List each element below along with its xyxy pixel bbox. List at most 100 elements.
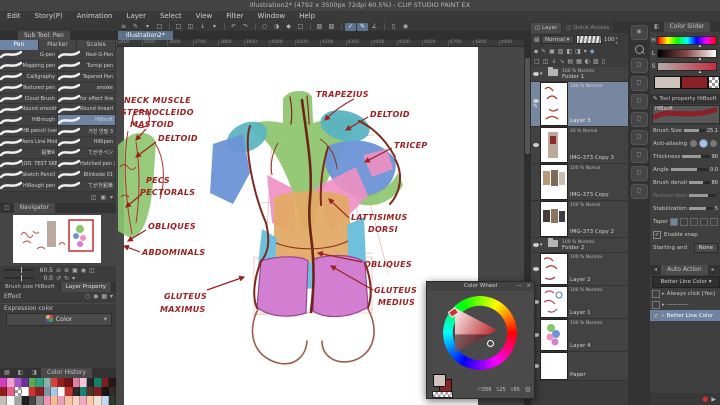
deselect-icon[interactable]: ○ — [259, 23, 270, 31]
next-palette-icon[interactable]: ▸ — [708, 265, 719, 275]
color-swatch[interactable] — [50, 378, 58, 387]
color-swatch[interactable] — [94, 387, 102, 396]
material-category-icon[interactable]: ◻ — [630, 76, 648, 91]
expression-color-select[interactable]: Color ▾ — [6, 313, 112, 326]
brush-item[interactable]: Round smooth 2 — [0, 104, 58, 116]
color-swatch[interactable] — [14, 378, 22, 387]
layer-thumbnail[interactable] — [540, 253, 568, 285]
material-category-icon[interactable]: ◻ — [630, 94, 648, 109]
layer-thumbnail[interactable] — [540, 127, 568, 163]
rotate-angle-icon[interactable]: ∠ — [369, 23, 380, 31]
layer-row[interactable]: 100 % Nomal IMG-373 Copy 2 — [531, 201, 628, 238]
color-swatch[interactable] — [94, 396, 102, 405]
tone-effect-icon[interactable]: ◉ — [93, 293, 98, 300]
save-file-icon[interactable]: ↓ — [197, 23, 208, 31]
auto-action-set-select[interactable]: Better Line Color ▾ — [652, 276, 720, 288]
color-swatch[interactable] — [94, 378, 102, 387]
rotate-left-icon[interactable]: ↺ — [56, 275, 61, 282]
wheel-settings-icon[interactable]: ⚙ — [525, 386, 531, 394]
color-swatch[interactable] — [50, 396, 58, 405]
delete-layer-icon[interactable]: ▯ — [602, 58, 605, 65]
material-category-icon[interactable]: ◻ — [630, 166, 648, 181]
menu-animation[interactable]: Animation — [70, 11, 120, 22]
reference-icon[interactable]: ◉ — [400, 23, 411, 31]
intermediate-color-icon[interactable]: ◧ — [14, 368, 28, 378]
tab-layer-property[interactable]: Layer Property — [60, 282, 113, 292]
lock-transparent-icon[interactable]: ▨ — [558, 48, 564, 55]
subtool-menu-icon[interactable]: ▾ — [110, 194, 113, 201]
menu-filter[interactable]: Filter — [219, 11, 250, 22]
color-slider-icon[interactable]: ◧ — [650, 22, 664, 32]
tab-brush-size[interactable]: Brush size HiBsoft — [0, 282, 61, 292]
menu-layer[interactable]: Layer — [119, 11, 153, 22]
brush-item[interactable]: Aero Line Mod — [0, 137, 58, 149]
actual-size-icon[interactable]: ◉ — [81, 267, 86, 274]
brush-item[interactable]: HiBsoft — [58, 115, 116, 127]
color-swatch[interactable] — [21, 387, 29, 396]
brush-item[interactable]: てがきペン — [58, 148, 116, 159]
s-slider[interactable]: ▴ — [657, 62, 717, 75]
zoom-out-icon[interactable]: ⊖ — [56, 267, 61, 274]
sub-tool-panel-tab[interactable]: Sub Tool: Pen — [18, 31, 70, 40]
tab-marker[interactable]: Marker — [38, 40, 78, 50]
prev-palette-icon[interactable]: ◂ — [650, 265, 661, 275]
color-swatch[interactable] — [0, 387, 8, 396]
menu-window[interactable]: Window — [251, 11, 293, 22]
clip-at-layer-icon[interactable]: ▾ — [584, 48, 587, 55]
material-category-icon[interactable]: ◻ — [630, 148, 648, 163]
brush-item[interactable]: HiRipen — [58, 137, 116, 149]
tab-auto-action[interactable]: Auto Action — [661, 265, 708, 275]
tp-slider[interactable] — [683, 129, 705, 132]
record-action-icon[interactable]: ● — [702, 395, 708, 403]
reset-rotation-icon[interactable]: ▾ — [72, 275, 75, 282]
layer-visibility[interactable] — [531, 67, 540, 81]
color-swatch[interactable] — [87, 387, 95, 396]
eye-icon[interactable] — [532, 72, 539, 76]
layer-row[interactable]: ▾ 100 % Normal Folder 2 — [531, 238, 628, 253]
layer-visibility[interactable] — [531, 164, 540, 200]
taper-option[interactable] — [689, 217, 698, 226]
color-swatch[interactable] — [58, 378, 66, 387]
color-swatch[interactable] — [0, 378, 8, 387]
rotate-right-icon[interactable]: ↻ — [64, 275, 69, 282]
tab-scales[interactable]: Scales — [77, 40, 117, 50]
pen-snap-icon[interactable]: ✎ — [357, 22, 368, 31]
anti-aliasing-option[interactable] — [700, 140, 707, 147]
play-action-icon[interactable]: ▶ — [711, 396, 716, 403]
tab-pen[interactable]: Pen — [0, 40, 39, 50]
color-set-icon[interactable]: ▦ — [0, 368, 14, 378]
new-file-icon[interactable]: □ — [173, 23, 184, 31]
color-swatch[interactable] — [58, 396, 66, 405]
material-top-icon[interactable]: ◉ — [630, 25, 648, 40]
tp-slider[interactable] — [670, 168, 709, 171]
wheel-main-color[interactable] — [433, 374, 446, 387]
document-tab[interactable]: Illustration2* — [118, 31, 173, 40]
color-swatch[interactable] — [101, 378, 109, 387]
menu-view[interactable]: View — [189, 11, 220, 22]
color-swatch[interactable] — [29, 396, 37, 405]
taper-option[interactable] — [679, 217, 688, 226]
brush-item[interactable]: Tapered Pen — [58, 71, 116, 83]
color-swatch[interactable] — [21, 378, 29, 387]
transparent-color-swatch[interactable] — [707, 75, 720, 89]
menu-select[interactable]: Select — [153, 11, 189, 22]
layer-thumbnail[interactable] — [540, 286, 568, 318]
add-subtool-icon[interactable]: ◫ — [91, 194, 97, 201]
fit-to-screen-icon[interactable]: ▣ — [72, 267, 78, 274]
l-slider[interactable]: ▴ — [657, 49, 717, 62]
flip-view-icon[interactable]: ◫ — [89, 267, 95, 274]
main-color-swatch[interactable] — [654, 75, 681, 89]
sv-cursor[interactable] — [487, 340, 494, 347]
palette-dock-icon[interactable]: ≡ — [118, 23, 129, 31]
tp-slider[interactable] — [689, 194, 716, 197]
brush-item[interactable]: Calligraphy — [0, 71, 58, 83]
color-swatch[interactable] — [79, 378, 87, 387]
color-swatch[interactable] — [79, 396, 87, 405]
navigator-thumb-icon[interactable]: ◫ — [0, 203, 14, 213]
close-icon[interactable]: × — [526, 282, 531, 291]
brush-item[interactable]: HB pencil (ver 2) — [0, 126, 58, 138]
layer-thumbnail[interactable] — [540, 319, 568, 351]
brush-item[interactable]: 鉛筆R — [0, 148, 58, 159]
enable-mask-icon[interactable]: ◧ — [566, 48, 572, 55]
sub-color-swatch[interactable] — [680, 75, 708, 89]
